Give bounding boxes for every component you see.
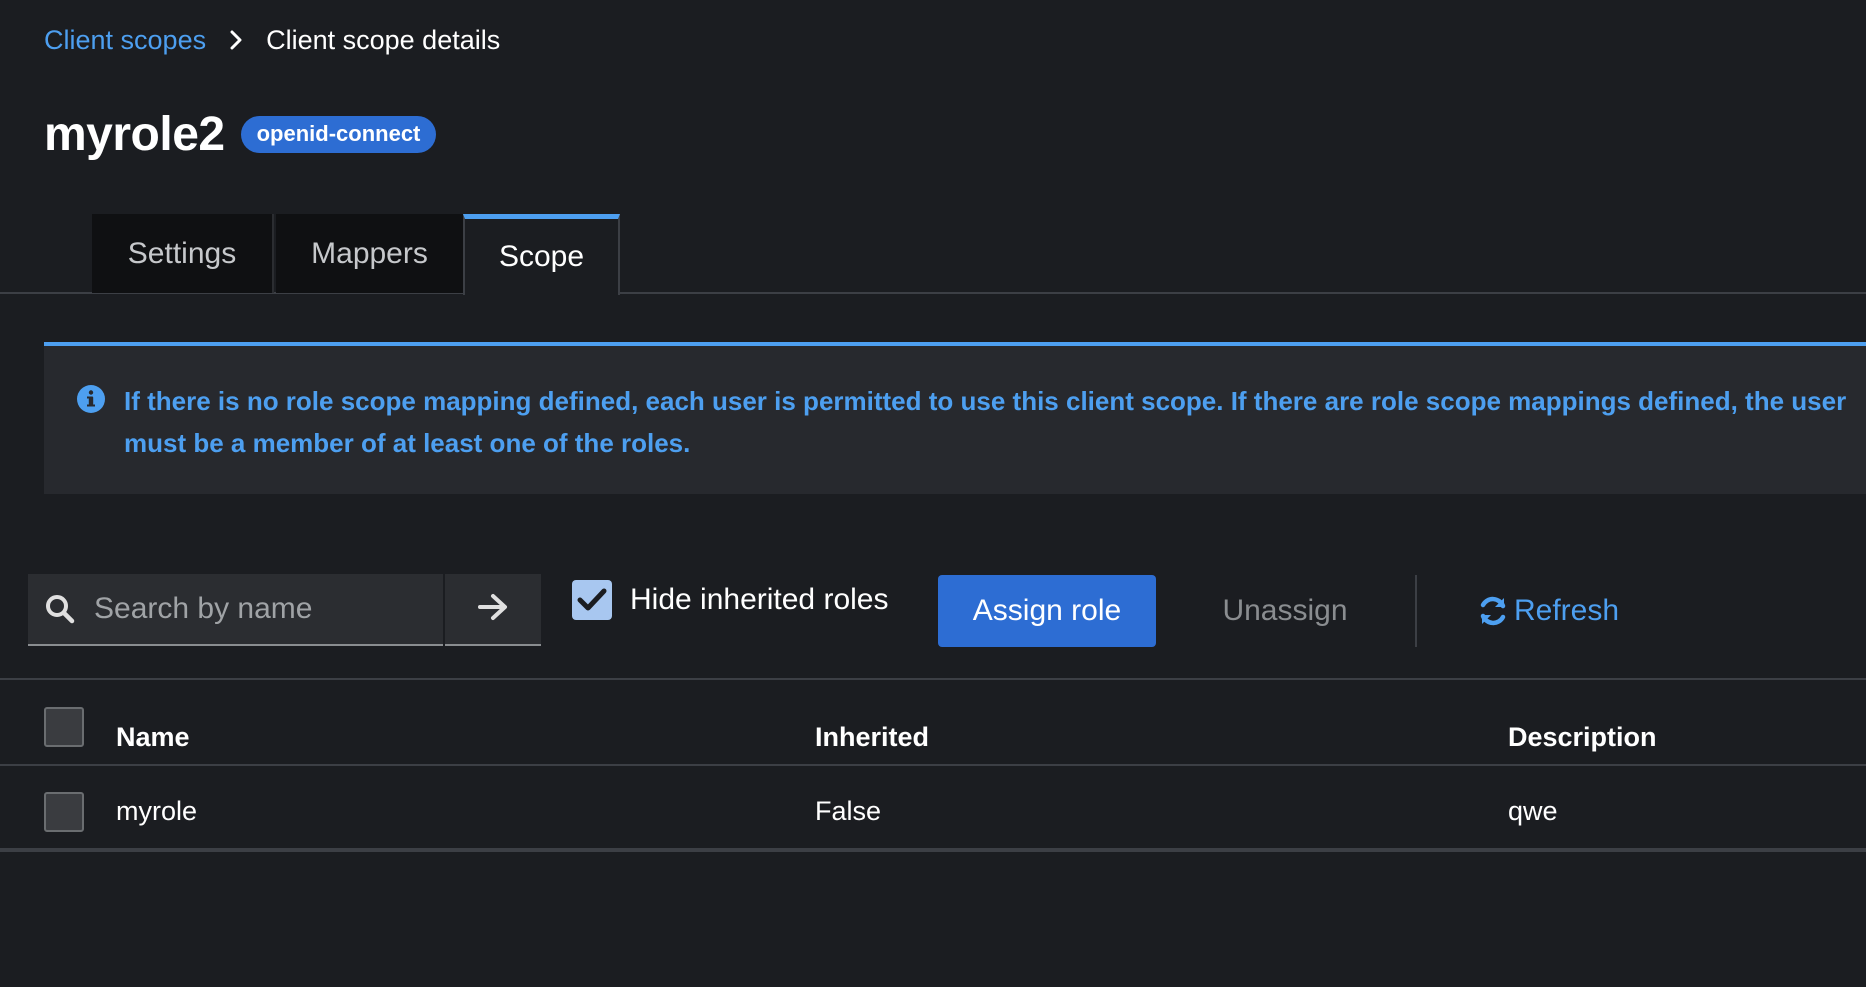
tab-mappers[interactable]: Mappers: [276, 214, 463, 293]
unassign-button[interactable]: Unassign: [1190, 575, 1380, 647]
refresh-icon: [1476, 594, 1510, 628]
hide-inherited-checkbox[interactable]: [572, 580, 612, 620]
breadcrumb: Client scopes Client scope details: [44, 22, 500, 58]
toolbar-divider: [1415, 575, 1417, 647]
column-header-description: Description: [1508, 722, 1657, 752]
search-field: [28, 574, 443, 646]
breadcrumb-current: Client scope details: [266, 24, 501, 55]
column-header-inherited: Inherited: [815, 722, 930, 752]
row-select-checkbox[interactable]: [44, 792, 84, 832]
breadcrumb-client-scopes-link[interactable]: Client scopes: [44, 25, 206, 56]
protocol-badge: openid-connect: [240, 115, 437, 153]
tab-scope[interactable]: Scope: [463, 214, 620, 295]
search-submit-button[interactable]: [445, 574, 541, 646]
chevron-right-icon: [206, 30, 266, 50]
page-title: myrole2: [44, 107, 225, 161]
refresh-button[interactable]: Refresh: [1476, 575, 1619, 647]
info-circle-icon: [76, 384, 106, 414]
select-all-checkbox[interactable]: [44, 707, 84, 747]
row-name: myrole: [116, 796, 198, 826]
row-description: qwe: [1508, 796, 1558, 826]
search-input[interactable]: [92, 591, 422, 627]
tab-settings[interactable]: Settings: [92, 214, 274, 293]
checkmark-icon: [577, 588, 607, 611]
assign-role-button[interactable]: Assign role: [938, 575, 1156, 647]
table-header-row: Name Inherited Description: [0, 678, 1866, 764]
refresh-label: Refresh: [1514, 594, 1620, 627]
row-inherited: False: [815, 796, 882, 826]
table-row: myrole False qwe: [0, 764, 1866, 852]
info-alert: If there is no role scope mapping define…: [44, 342, 1866, 494]
hide-inherited-label: Hide inherited roles: [630, 583, 889, 616]
search-icon: [44, 593, 76, 625]
column-header-name[interactable]: Name: [116, 722, 190, 753]
hide-inherited-roles-toggle[interactable]: Hide inherited roles: [572, 578, 888, 622]
alert-message: If there is no role scope mapping define…: [124, 386, 1847, 458]
arrow-right-icon: [477, 593, 509, 626]
page-header: myrole2 openid-connect: [44, 104, 437, 164]
tab-bar: Settings Mappers Scope: [0, 214, 1866, 295]
